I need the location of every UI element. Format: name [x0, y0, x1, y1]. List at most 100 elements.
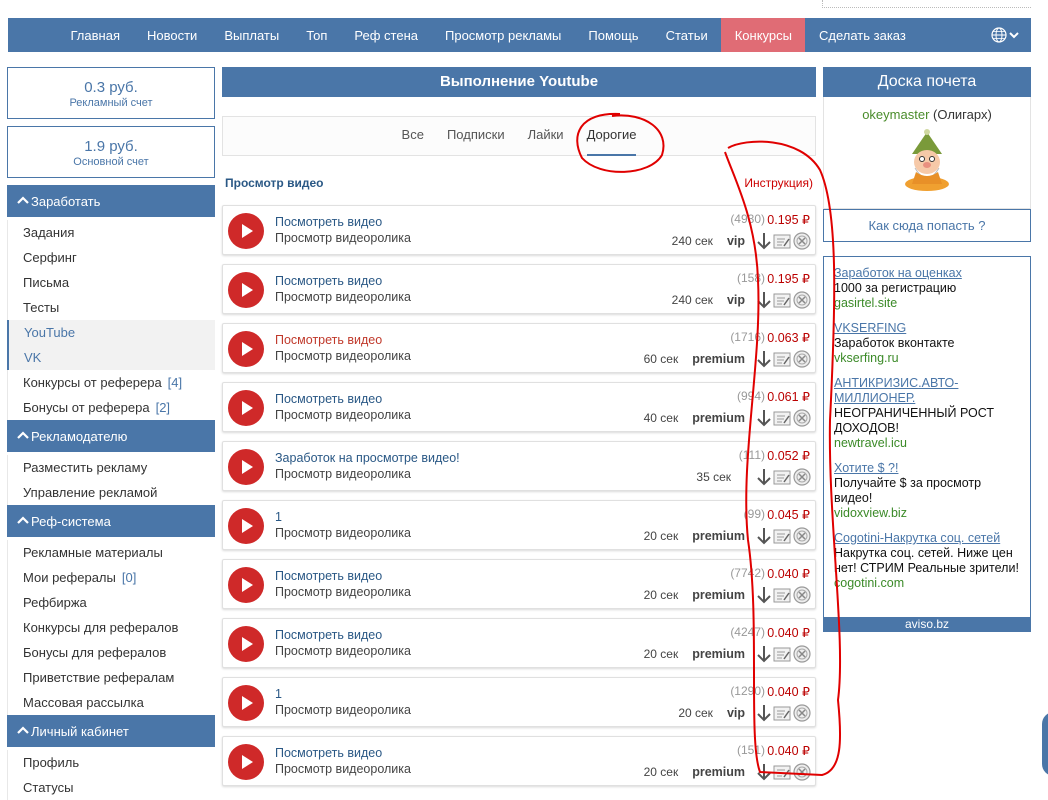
hide-task-icon[interactable] [793, 291, 811, 309]
sidebar-item-3-0[interactable]: Профиль [7, 750, 215, 775]
sidebar-item-0-1[interactable]: Серфинг [7, 245, 215, 270]
ad-title-link[interactable]: VKSERFING [834, 321, 1020, 336]
ad-url[interactable]: vidoxview.biz [834, 506, 1020, 521]
tab-2[interactable]: Лайки [528, 116, 564, 156]
task-title-link[interactable]: Заработок на просмотре видео! [275, 451, 460, 465]
arrow-down-icon[interactable] [757, 350, 771, 368]
hide-task-icon[interactable] [793, 645, 811, 663]
tab-0[interactable]: Все [402, 116, 424, 156]
ad-network-footer[interactable]: aviso.bz [823, 617, 1031, 632]
report-icon[interactable] [773, 646, 791, 662]
sidebar-item-0-2[interactable]: Письма [7, 270, 215, 295]
hide-task-icon[interactable] [793, 763, 811, 781]
sidebar-section-0[interactable]: Заработать [7, 185, 215, 217]
nav-item-7[interactable]: Статьи [652, 18, 721, 52]
ad-url[interactable]: cogotini.com [834, 576, 1020, 591]
arrow-down-icon[interactable] [757, 527, 771, 545]
how-to-get-here-link[interactable]: Как сюда попасть ? [823, 209, 1031, 242]
tab-1[interactable]: Подписки [447, 116, 505, 156]
arrow-down-icon[interactable] [757, 704, 771, 722]
nav-item-2[interactable]: Выплаты [211, 18, 293, 52]
task-title-link[interactable]: Посмотреть видео [275, 628, 382, 642]
sidebar-item-0-3[interactable]: Тесты [7, 295, 215, 320]
task-title-link[interactable]: Посмотреть видео [275, 392, 382, 406]
report-icon[interactable] [773, 410, 791, 426]
arrow-down-icon[interactable] [757, 291, 771, 309]
sidebar-item-2-4[interactable]: Бонусы для рефералов [7, 640, 215, 665]
sidebar-item-2-2[interactable]: Рефбиржа [7, 590, 215, 615]
tab-3[interactable]: Дорогие [586, 116, 637, 156]
ad-title-link[interactable]: Хотите $ ?! [834, 461, 1020, 476]
sidebar-section-1[interactable]: Рекламодателю [7, 420, 215, 452]
task-title-link[interactable]: Посмотреть видео [275, 274, 382, 288]
task-title-link[interactable]: Посмотреть видео [275, 569, 382, 583]
task-tier: vip [726, 234, 745, 248]
sidebar-section-2[interactable]: Реф-система [7, 505, 215, 537]
arrow-down-icon[interactable] [757, 586, 771, 604]
hide-task-icon[interactable] [793, 468, 811, 486]
nav-item-5[interactable]: Просмотр рекламы [432, 18, 575, 52]
ad-title-link[interactable]: Заработок на оценках [834, 266, 1020, 281]
hide-task-icon[interactable] [793, 350, 811, 368]
sidebar-item-0-4[interactable]: YouTube [7, 320, 215, 345]
ad-url[interactable]: vkserfing.ru [834, 351, 1020, 366]
sidebar-item-2-3[interactable]: Конкурсы для рефералов [7, 615, 215, 640]
sidebar-item-2-1[interactable]: Мои рефералы [0] [7, 565, 215, 590]
sidebar-item-0-6[interactable]: Конкурсы от реферера [4] [7, 370, 215, 395]
sidebar-item-2-6[interactable]: Массовая рассылка [7, 690, 215, 715]
language-selector[interactable] [991, 18, 1019, 52]
sidebar-item-0-7[interactable]: Бонусы от реферера [2] [7, 395, 215, 420]
sidebar-item-3-1[interactable]: Статусы [7, 775, 215, 800]
task-row: Заработок на просмотре видео! Просмотр ви… [222, 441, 816, 491]
report-icon[interactable] [773, 764, 791, 780]
ad-title-link[interactable]: АНТИКРИЗИС.АВТО-МИЛЛИОНЕР. [834, 376, 1020, 406]
nav-item-4[interactable]: Реф стена [341, 18, 432, 52]
ad-title-link[interactable]: Cogotini-Накрутка соц. сетей [834, 531, 1020, 546]
floating-chat-button[interactable] [1042, 712, 1048, 776]
report-icon[interactable] [773, 292, 791, 308]
hide-task-icon[interactable] [793, 232, 811, 250]
instruction-link[interactable]: Инструкция) [744, 176, 813, 190]
task-title-link[interactable]: Посмотреть видео [275, 746, 382, 760]
hide-task-icon[interactable] [793, 586, 811, 604]
report-icon[interactable] [773, 705, 791, 721]
hide-task-icon[interactable] [793, 527, 811, 545]
report-icon[interactable] [773, 351, 791, 367]
nav-item-6[interactable]: Помощь [575, 18, 652, 52]
nav-item-3[interactable]: Топ [293, 18, 341, 52]
arrow-down-icon[interactable] [757, 468, 771, 486]
sidebar-section-label: Реф-система [31, 513, 111, 529]
report-icon[interactable] [773, 587, 791, 603]
sidebar-item-0-0[interactable]: Задания [7, 220, 215, 245]
task-title-link[interactable]: 1 [275, 687, 282, 701]
sidebar-item-2-0[interactable]: Рекламные материалы [7, 540, 215, 565]
arrow-down-icon[interactable] [757, 409, 771, 427]
youtube-icon [228, 685, 264, 721]
task-title-link[interactable]: 1 [275, 510, 282, 524]
nav-item-0[interactable]: Главная [57, 18, 133, 52]
arrow-down-icon[interactable] [757, 232, 771, 250]
honor-user: okeymaster (Олигарх) [824, 107, 1030, 122]
hide-task-icon[interactable] [793, 409, 811, 427]
hide-task-icon[interactable] [793, 704, 811, 722]
sidebar-item-1-1[interactable]: Управление рекламой [7, 480, 215, 505]
nav-item-9[interactable]: Сделать заказ [805, 18, 919, 52]
sidebar-item-1-0[interactable]: Разместить рекламу [7, 455, 215, 480]
report-icon[interactable] [773, 469, 791, 485]
task-title-link[interactable]: Посмотреть видео [275, 215, 382, 229]
ad-url[interactable]: newtravel.icu [834, 436, 1020, 451]
arrow-down-icon[interactable] [757, 763, 771, 781]
report-icon[interactable] [773, 528, 791, 544]
nav-item-1[interactable]: Новости [133, 18, 210, 52]
ad-url[interactable]: gasirtel.site [834, 296, 1020, 311]
balance-box-1[interactable]: 1.9 руб. Основной счет [7, 126, 215, 178]
nav-item-8[interactable]: Конкурсы [721, 18, 806, 52]
balance-box-0[interactable]: 0.3 руб. Рекламный счет [7, 67, 215, 119]
sidebar-item-0-5[interactable]: VK [7, 345, 215, 370]
sidebar-section-3[interactable]: Личный кабинет [7, 715, 215, 747]
report-icon[interactable] [773, 233, 791, 249]
arrow-down-icon[interactable] [757, 645, 771, 663]
honor-user-name[interactable]: okeymaster [862, 107, 929, 122]
sidebar-item-2-5[interactable]: Приветствие рефералам [7, 665, 215, 690]
task-title-link[interactable]: Посмотреть видео [275, 333, 382, 347]
